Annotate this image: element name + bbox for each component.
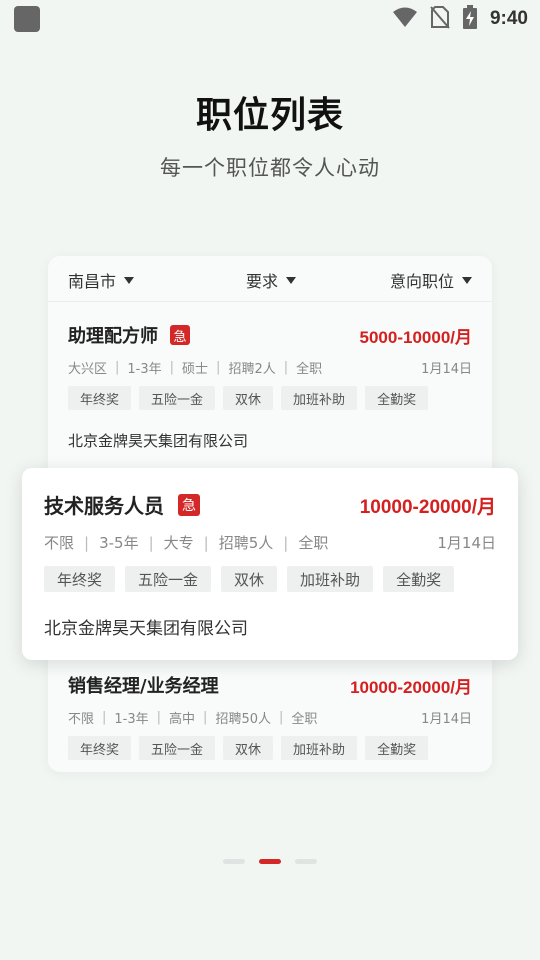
job-experience: 3-5年 [99,534,139,552]
job-date: 1月14日 [437,534,496,552]
job-date: 1月14日 [421,362,472,377]
status-bar: 9:40 [0,0,540,36]
caret-down-icon [124,276,135,284]
job-tags: 年终奖 五险一金 双休 加班补助 全勤奖 [44,566,455,592]
benefit-tag: 双休 [223,736,274,760]
job-title: 销售经理/业务经理 [68,676,219,697]
battery-charging-icon [462,5,478,33]
page-subtitle: 每一个职位都令人心动 [160,156,380,180]
page-dot[interactable] [295,859,317,864]
job-education: 高中 [169,712,196,727]
filter-bar: 南昌市 要求 意向职位 [48,256,492,302]
job-meta: 不限 | 3-5年 | 大专 | 招聘5人 | 全职 [44,533,329,553]
job-salary: 10000-20000/月 [359,497,496,518]
job-district: 不限 [44,534,75,552]
job-title: 技术服务人员 [44,494,164,518]
job-date: 1月14日 [421,712,472,727]
wifi-icon [392,6,418,32]
app-icon [14,6,40,32]
job-salary: 10000-20000/月 [350,678,472,697]
requirement-filter-label: 要求 [246,272,279,291]
benefit-tag: 年终奖 [68,386,132,410]
job-type: 全职 [296,362,323,377]
page-indicator [0,859,540,864]
caret-down-icon [462,276,472,284]
benefit-tag: 五险一金 [125,566,212,592]
job-meta: 不限 | 1-3年 | 高中 | 招聘50人 | 全职 [68,710,318,727]
job-hiring: 招聘5人 [218,534,274,552]
benefit-tag: 五险一金 [139,736,216,760]
city-filter[interactable]: 南昌市 [68,268,135,292]
status-time: 9:40 [489,8,528,29]
benefit-tag: 加班补助 [281,736,358,760]
benefit-tag: 全勤奖 [365,386,429,410]
job-type: 全职 [298,534,329,552]
job-experience: 1-3年 [114,712,149,727]
job-title: 助理配方师 [68,326,158,347]
benefit-tag: 双休 [223,386,274,410]
urgent-badge: 急 [178,493,200,516]
benefit-tag: 双休 [221,566,278,592]
job-district: 大兴区 [68,362,108,377]
job-type: 全职 [291,712,318,727]
job-tags: 年终奖 五险一金 双休 加班补助 全勤奖 [68,736,429,760]
caret-down-icon [286,276,297,284]
position-filter[interactable]: 意向职位 [390,268,472,292]
benefit-tag: 加班补助 [281,386,358,410]
status-icons: 9:40 [392,5,528,33]
position-filter-label: 意向职位 [389,272,454,291]
requirement-filter[interactable]: 要求 [246,268,297,292]
benefit-tag: 五险一金 [139,386,216,410]
job-hiring: 招聘2人 [228,362,276,377]
no-sim-icon [430,5,450,33]
benefit-tag: 年终奖 [68,736,132,760]
job-tags: 年终奖 五险一金 双休 加班补助 全勤奖 [68,386,429,410]
benefit-tag: 加班补助 [287,566,374,592]
urgent-badge: 急 [170,325,190,345]
job-company: 北京金牌昊天集团有限公司 [68,432,249,450]
page-title: 职位列表 [195,95,344,136]
page-dot[interactable] [223,859,245,864]
job-district: 不限 [68,712,95,727]
benefit-tag: 年终奖 [44,566,116,592]
benefit-tag: 全勤奖 [365,736,429,760]
job-education: 硕士 [182,362,209,377]
benefit-tag: 全勤奖 [383,566,455,592]
city-filter-label: 南昌市 [68,272,117,291]
job-hiring: 招聘50人 [215,712,271,727]
featured-job-card[interactable]: 技术服务人员 急 10000-20000/月 不限 | 3-5年 | 大专 | 招聘5… [22,468,518,660]
page-dot-active[interactable] [259,859,281,864]
job-salary: 5000-10000/月 [359,328,472,347]
job-company: 北京金牌昊天集团有限公司 [44,619,248,639]
job-education: 大专 [163,534,194,552]
job-experience: 1-3年 [127,362,162,377]
job-meta: 大兴区 | 1-3年 | 硕士 | 招聘2人 | 全职 [68,360,323,377]
